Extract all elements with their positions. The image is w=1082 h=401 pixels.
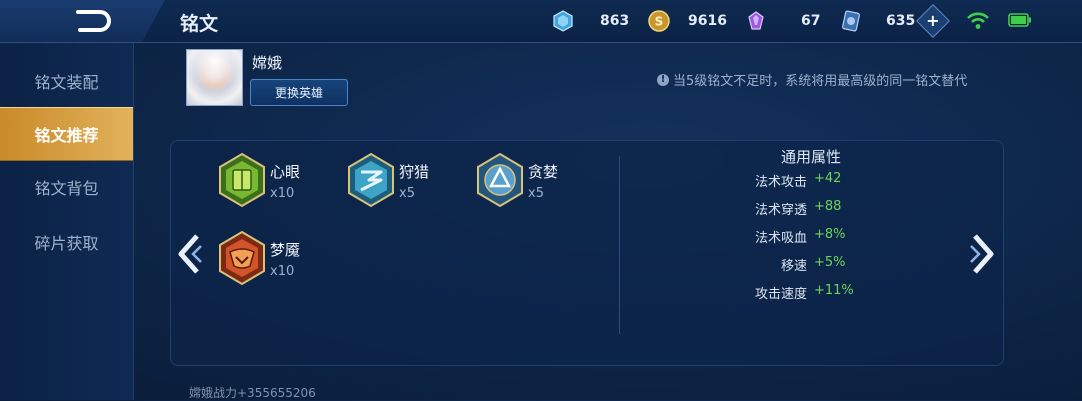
stat-label: 攻击速度 (754, 287, 807, 302)
rune-count: x5 (399, 186, 415, 201)
stat-row: 法术攻击 +42 (700, 171, 920, 191)
blue-crystal-icon (553, 10, 573, 32)
hero-name: 嫦娥 (252, 54, 283, 72)
back-button[interactable] (0, 0, 165, 42)
rune-nightmare-icon (219, 230, 265, 286)
top-bar: 铭文 863 S 9616 67 635 + (0, 0, 1082, 43)
stat-row: 法术吸血 +8% (700, 227, 920, 247)
page-title: 铭文 (180, 13, 219, 35)
svg-text:S: S (655, 15, 664, 29)
stat-value: +5% (814, 255, 846, 270)
sidebar: 铭文装配 铭文推荐 铭文背包 碎片获取 (0, 43, 134, 400)
sidebar-item-rune-bag[interactable]: 铭文背包 (0, 161, 133, 213)
change-hero-button[interactable]: 更换英雄 (250, 79, 348, 106)
rune-item[interactable]: 梦魇 x10 (218, 230, 300, 286)
rune-count: x10 (270, 264, 295, 279)
next-arrow-icon[interactable] (969, 232, 997, 276)
plus-icon: + (926, 11, 940, 30)
purple-gem-icon (748, 11, 764, 30)
stat-row: 攻击速度 +11% (700, 283, 920, 303)
blue-card-icon (842, 10, 860, 32)
info-icon: ! (657, 73, 669, 86)
power-footer: 嫦娥战力+355655206 (189, 386, 316, 400)
stats-title: 通用属性 (781, 148, 842, 166)
wifi-icon (967, 12, 989, 29)
hero-avatar[interactable] (186, 49, 243, 106)
rune-heart-eye-icon (219, 152, 265, 208)
stat-label: 移速 (780, 259, 807, 274)
stat-row: 移速 +5% (700, 255, 920, 275)
prev-arrow-icon[interactable] (175, 232, 203, 276)
gold-counter[interactable]: S 9616 (648, 9, 727, 33)
hint-text: ! 当5级铭文不足时，系统将用最高级的同一铭文替代 (657, 70, 967, 89)
stat-value: +11% (814, 283, 854, 298)
rune-name: 梦魇 (270, 241, 301, 259)
stat-label: 法术穿透 (754, 203, 807, 218)
battery-icon (1008, 13, 1031, 27)
gold-coin-icon: S (648, 10, 670, 32)
diamond-counter[interactable]: 863 (552, 9, 629, 33)
rune-item[interactable]: 心眼 x10 (218, 152, 300, 208)
sidebar-item-fragment-obtain[interactable]: 碎片获取 (0, 216, 133, 268)
rune-name: 贪婪 (528, 163, 559, 181)
sidebar-item-rune-recommend[interactable]: 铭文推荐 (0, 107, 133, 161)
add-voucher-button[interactable]: + (916, 4, 951, 38)
rune-count: x5 (528, 186, 544, 201)
sidebar-item-rune-equip[interactable]: 铭文装配 (0, 55, 133, 107)
gem-counter[interactable]: 67 (745, 9, 820, 33)
voucher-counter[interactable]: 635 + (840, 4, 951, 38)
rune-item[interactable]: 狩猎 x5 (347, 152, 429, 208)
stat-row: 法术穿透 +88 (700, 199, 920, 219)
stat-value: +42 (814, 171, 842, 186)
rune-count: x10 (270, 186, 295, 201)
panel-divider (619, 156, 620, 334)
rune-hunt-icon (348, 152, 394, 208)
rune-name: 心眼 (270, 163, 301, 181)
stat-label: 法术吸血 (754, 231, 807, 246)
back-arrow-icon (76, 10, 111, 32)
rune-item[interactable]: 贪婪 x5 (476, 152, 558, 208)
stat-value: +8% (814, 227, 846, 242)
rune-greed-icon (477, 152, 523, 208)
stat-value: +88 (814, 199, 842, 214)
rune-name: 狩猎 (399, 163, 430, 181)
stat-label: 法术攻击 (754, 175, 807, 190)
